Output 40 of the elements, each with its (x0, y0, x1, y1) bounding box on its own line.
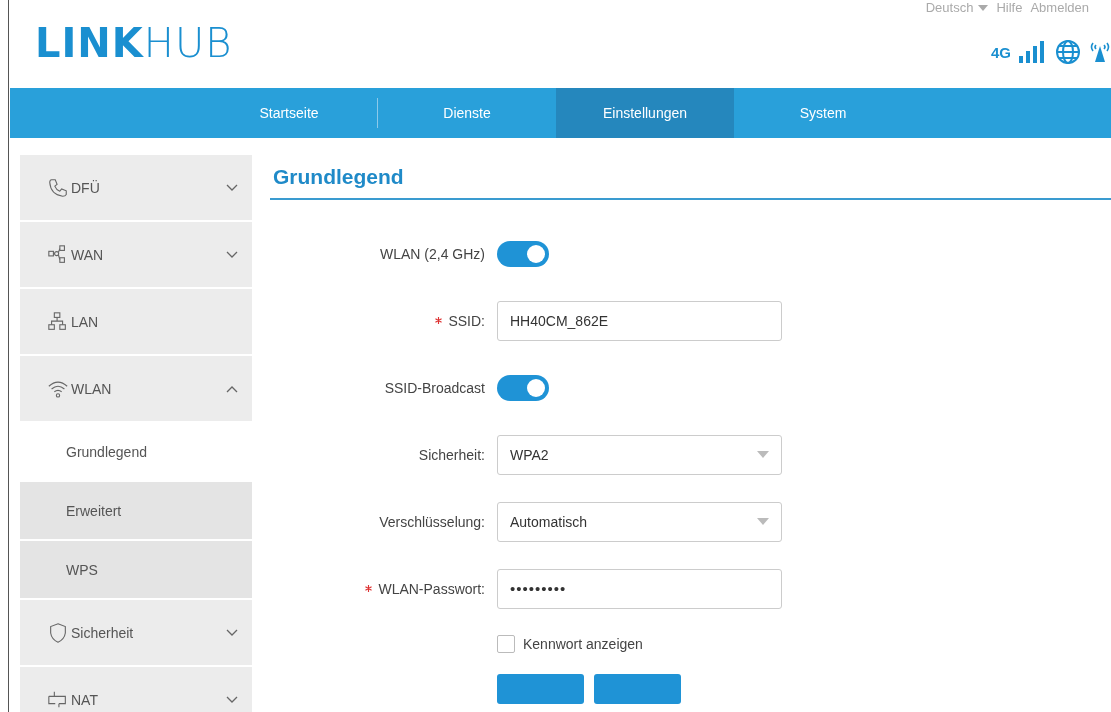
antenna-icon (1089, 40, 1111, 64)
page-title: Grundlegend (270, 155, 1111, 200)
dropdown-arrow-icon (757, 451, 769, 458)
toggle-switch[interactable] (497, 240, 549, 267)
sidebar-item[interactable]: LAN (20, 289, 252, 354)
globe-icon (1055, 39, 1081, 65)
sidebar-item[interactable]: WAN (20, 222, 252, 287)
logo: LINKHUB (35, 20, 233, 68)
chevron-icon (226, 250, 238, 259)
input-field[interactable]: HH40CM_862E (497, 300, 782, 341)
field-label: WLAN-Passwort: (378, 580, 485, 597)
sidebar-item[interactable]: Sicherheit (20, 600, 252, 665)
sidebar-item[interactable]: NAT (20, 667, 252, 712)
sidebar-item[interactable]: DFÜ (20, 155, 252, 220)
menu-item-icon (47, 310, 69, 333)
dropdown-arrow-icon (757, 518, 769, 525)
field-label: Sicherheit: (418, 446, 485, 463)
checkbox-label: Kennwort anzeigen (523, 636, 643, 652)
chevron-icon (226, 628, 238, 637)
sidebar-item[interactable]: WLAN (20, 356, 252, 421)
chevron-icon (226, 183, 238, 192)
menu-item-icon (47, 176, 69, 199)
sidebar-subitem[interactable]: WPS (20, 541, 252, 598)
password-field[interactable]: ••••••••• (497, 568, 782, 609)
field-label: SSID: (448, 312, 485, 329)
sidebar-subitem[interactable]: Erweitert (20, 482, 252, 539)
field-label: Verschlüsselung: (379, 513, 485, 530)
toggle-switch[interactable] (497, 374, 549, 401)
field-label: SSID-Broadcast (384, 379, 485, 396)
dropdown-arrow-icon[interactable] (978, 4, 989, 11)
chevron-icon (226, 384, 238, 393)
select-field[interactable]: WPA2 (497, 434, 782, 475)
signal-icon (1019, 41, 1047, 63)
nav-tab[interactable]: Einstellungen (556, 88, 734, 138)
chevron-icon (226, 695, 238, 704)
field-label: WLAN (2,4 GHz) (380, 245, 485, 262)
checkbox[interactable] (497, 635, 515, 653)
select-field[interactable]: Automatisch (497, 501, 782, 542)
network-type: 4G (991, 43, 1011, 61)
menu-item-icon (47, 621, 69, 644)
